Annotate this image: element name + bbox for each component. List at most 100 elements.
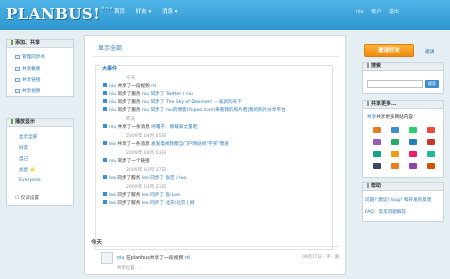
share-link[interactable]: 共享 bbox=[367, 115, 376, 120]
invite-friends-button[interactable]: 邀请好友 bbox=[364, 44, 414, 57]
feed-icon bbox=[103, 200, 107, 204]
help-panel: 帮助 问题? 建议? bug? 和开发的反馈 FAQ：常见问题解答 bbox=[362, 182, 444, 222]
event-item: leo 同步了服务 leo 同步了 饭否 / leo bbox=[103, 175, 186, 181]
today-heading: 今天 bbox=[91, 240, 103, 246]
feed-icon bbox=[103, 192, 107, 196]
service-icon[interactable] bbox=[373, 163, 381, 169]
event-link[interactable]: 呼噜子：哪载来丈量吧 bbox=[151, 125, 197, 130]
logo[interactable]: PLANBUS!Beta bbox=[6, 5, 113, 23]
filter-friends[interactable]: 好友 bbox=[19, 145, 28, 151]
event-date: 2009年 03月 21日 bbox=[126, 185, 167, 190]
event-item: leo 共享了一条消息 发发电视我都当门户网站的"不买"而道 bbox=[103, 141, 229, 147]
service-icon[interactable] bbox=[427, 163, 435, 169]
help-title: 帮助 bbox=[363, 183, 443, 191]
events-box: 大事件 今天 niu 共享了一段视频 rd niu 同步了服务 niu 同步了 … bbox=[95, 65, 333, 250]
search-button[interactable]: 搜索 bbox=[425, 80, 439, 88]
event-user[interactable]: niu bbox=[109, 100, 116, 105]
event-user[interactable]: niu bbox=[109, 84, 116, 89]
service-icon[interactable] bbox=[427, 127, 435, 133]
service-icon[interactable] bbox=[373, 127, 381, 133]
service-icon[interactable] bbox=[409, 139, 417, 145]
filter-self[interactable]: 自己 bbox=[19, 156, 28, 162]
filter-all[interactable]: 显示全部 bbox=[19, 134, 37, 140]
service-icon[interactable] bbox=[409, 127, 417, 133]
share-more-title: 共享更多... bbox=[363, 101, 443, 109]
events-title: 大事件 bbox=[101, 65, 119, 72]
nav-messages[interactable]: 消息 ▾ bbox=[162, 9, 178, 15]
event-user[interactable]: niu bbox=[109, 159, 116, 164]
event-item: niu 共享了一条消息 呼噜子：哪载来丈量吧 bbox=[103, 124, 197, 130]
logout-link[interactable]: 退出 bbox=[389, 9, 399, 15]
entry-link[interactable]: rd bbox=[185, 256, 190, 261]
feed-icon bbox=[103, 175, 107, 179]
user-name-link[interactable]: niu bbox=[356, 9, 364, 15]
entry-text: 在planbus共享了一段视频 bbox=[125, 256, 184, 261]
service-icon[interactable] bbox=[391, 127, 399, 133]
event-user[interactable]: leo bbox=[109, 201, 116, 206]
add-share-panel: 添加、共享 管理同步点 共享概要 共享链接 共享视频 bbox=[6, 39, 74, 97]
event-user[interactable]: leo bbox=[109, 193, 116, 198]
faq-link[interactable]: FAQ：常见问题解答 bbox=[365, 209, 406, 215]
event-user[interactable]: niu bbox=[109, 108, 116, 113]
event-link[interactable]: leo 同步了 北京/北京 | 顾 bbox=[142, 201, 195, 206]
service-icon[interactable] bbox=[391, 151, 399, 157]
event-date: 2009年 04月 05日 bbox=[126, 134, 167, 139]
event-item: niu 同步了服务 niu 同步了 Twitter / niu bbox=[103, 91, 193, 97]
event-link[interactable]: rd bbox=[151, 84, 156, 89]
link-icon bbox=[15, 78, 20, 82]
nav-home[interactable]: 首页 bbox=[114, 9, 125, 15]
service-icon[interactable] bbox=[409, 151, 417, 157]
service-icon[interactable] bbox=[427, 151, 435, 157]
invite-link[interactable]: 邀请 bbox=[425, 48, 435, 55]
entry-user[interactable]: niu bbox=[117, 256, 124, 261]
nav-friends[interactable]: 好友 ▾ bbox=[136, 9, 152, 15]
feed-icon bbox=[103, 158, 107, 162]
event-link[interactable]: niu 同步了 niu的博客(Yupoo.com)来看我的照片吧|我的照片分享平… bbox=[142, 108, 286, 113]
share-link-link[interactable]: 共享链接 bbox=[15, 77, 40, 83]
event-item: leo 同步了服务 leo 同步了 饭-Leo bbox=[103, 192, 180, 198]
service-icon[interactable] bbox=[391, 163, 399, 169]
manage-sync-link[interactable]: 管理同步点 bbox=[15, 54, 45, 60]
main-feed-panel: 显示全部 大事件 今天 niu 共享了一段视频 rd niu 同步了服务 niu… bbox=[84, 35, 346, 275]
today-divider bbox=[93, 246, 339, 247]
share-video-link[interactable]: 共享视频 bbox=[15, 88, 40, 94]
event-date: 今天 bbox=[126, 76, 136, 81]
account-link[interactable]: 帐户 bbox=[371, 9, 381, 15]
event-user[interactable]: niu bbox=[109, 92, 116, 97]
event-link[interactable]: niu 同步了 The Sky of Daemon! -- 威武的天下 bbox=[142, 100, 242, 105]
event-link[interactable]: 发发电视我都当门户网站的"不买"而道 bbox=[151, 142, 229, 147]
feed-entry: niu 在planbus共享了一段视频 rd bbox=[117, 254, 190, 261]
share-more-panel: 共享更多... 共享共享更多网站内容： bbox=[362, 100, 444, 178]
share-more-text: 共享共享更多网站内容： bbox=[367, 115, 418, 120]
service-icon[interactable] bbox=[427, 139, 435, 145]
readonly-setting-checkbox[interactable]: ☐ 仅读设置 bbox=[15, 195, 39, 201]
event-link[interactable]: leo 同步了 饭-Leo bbox=[142, 193, 180, 198]
event-item: leo 同步了服务 leo 同步了 北京/北京 | 顾 bbox=[103, 200, 194, 206]
share-summary-link[interactable]: 共享概要 bbox=[15, 66, 40, 72]
event-item: niu 共享了一段视频 rd bbox=[103, 83, 156, 89]
entry-meta[interactable]: 06月17日 · 评 · 删 bbox=[302, 254, 339, 260]
event-user[interactable]: niu bbox=[109, 125, 116, 130]
feed-icon bbox=[103, 99, 107, 103]
feedback-link[interactable]: 问题? 建议? bug? 和开发的反馈 bbox=[365, 197, 431, 203]
display-filter-panel: 播放显示 显示全部 好友 自己 加星 ⭐ Everyone ☐ 仅读设置 bbox=[6, 118, 74, 206]
filter-starred[interactable]: 加星 ⭐ bbox=[19, 167, 35, 173]
search-panel: 搜索 搜索 bbox=[362, 62, 444, 94]
filter-everyone[interactable]: Everyone bbox=[19, 178, 41, 183]
service-icon[interactable] bbox=[409, 163, 417, 169]
event-user[interactable]: leo bbox=[109, 176, 116, 181]
logo-text: PLANBUS! bbox=[6, 5, 101, 23]
service-icon[interactable] bbox=[373, 139, 381, 145]
event-link[interactable]: niu 同步了 Twitter / niu bbox=[142, 92, 193, 97]
event-item: niu 同步了服务 niu 同步了 The Sky of Daemon! -- … bbox=[103, 99, 242, 105]
search-title: 搜索 bbox=[363, 63, 443, 71]
service-icon[interactable] bbox=[373, 151, 381, 157]
event-user[interactable]: leo bbox=[109, 142, 116, 147]
event-date: 2009年 04月 03日 bbox=[126, 151, 167, 156]
event-link[interactable]: leo 同步了 饭否 / leo bbox=[142, 176, 186, 181]
top-header: PLANBUS!Beta 首页 好友 ▾ 消息 ▾ niu 帐户 退出 bbox=[0, 0, 450, 30]
avatar[interactable] bbox=[101, 252, 113, 264]
search-input[interactable] bbox=[367, 80, 423, 88]
event-item: niu 同步了服务 niu 同步了 niu的博客(Yupoo.com)来看我的照… bbox=[103, 107, 286, 113]
service-icon[interactable] bbox=[391, 139, 399, 145]
